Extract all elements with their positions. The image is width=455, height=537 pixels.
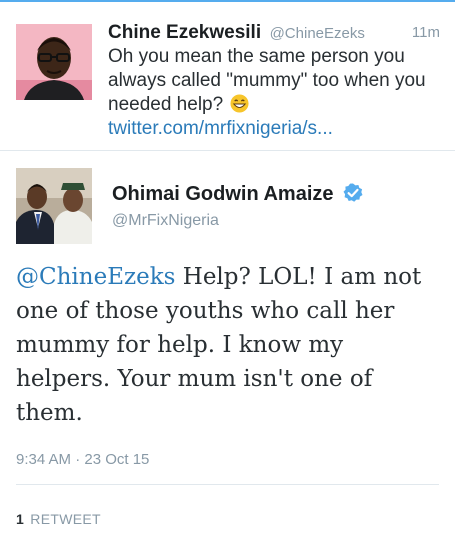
reply-tweet-link[interactable]: twitter.com/mrfixnigeria/s... [108,118,333,139]
main-author-name-text[interactable]: Ohimai Godwin Amaize [112,183,334,205]
retweet-count: 1 [16,511,25,527]
verified-badge-icon [343,183,363,203]
main-author-avatar[interactable] [16,168,92,244]
retweet-label: RETWEET [30,511,101,527]
reply-context-tweet[interactable]: Chine Ezekwesili @ChineEzeks 11m Oh you … [0,2,455,151]
reply-tweet-time: 11m [411,24,440,41]
main-author-handle[interactable]: @MrFixNigeria [112,212,219,230]
main-author-name[interactable]: Ohimai Godwin Amaize [112,183,363,206]
main-tweet-text: @ChineEzeks Help? LOL! I am not one of t… [16,260,436,430]
reply-tweet-header: Chine Ezekwesili @ChineEzeks 11m [108,22,440,46]
mention-link[interactable]: @ChineEzeks [16,264,175,290]
reply-author-avatar[interactable] [16,24,92,100]
tweet-timestamp: 9:34 AM · 23 Oct 15 [16,451,150,468]
reply-tweet-text: Oh you mean the same person you always c… [108,45,444,141]
reply-author-name[interactable]: Chine Ezekwesili [108,22,261,43]
reply-author-handle[interactable]: @ChineEzeks [270,25,365,42]
reply-tweet-body: Oh you mean the same person you always c… [108,46,426,115]
grinning-face-emoji-icon [230,94,249,113]
retweet-count-stat[interactable]: 1 RETWEET [16,511,101,527]
divider [16,484,439,485]
